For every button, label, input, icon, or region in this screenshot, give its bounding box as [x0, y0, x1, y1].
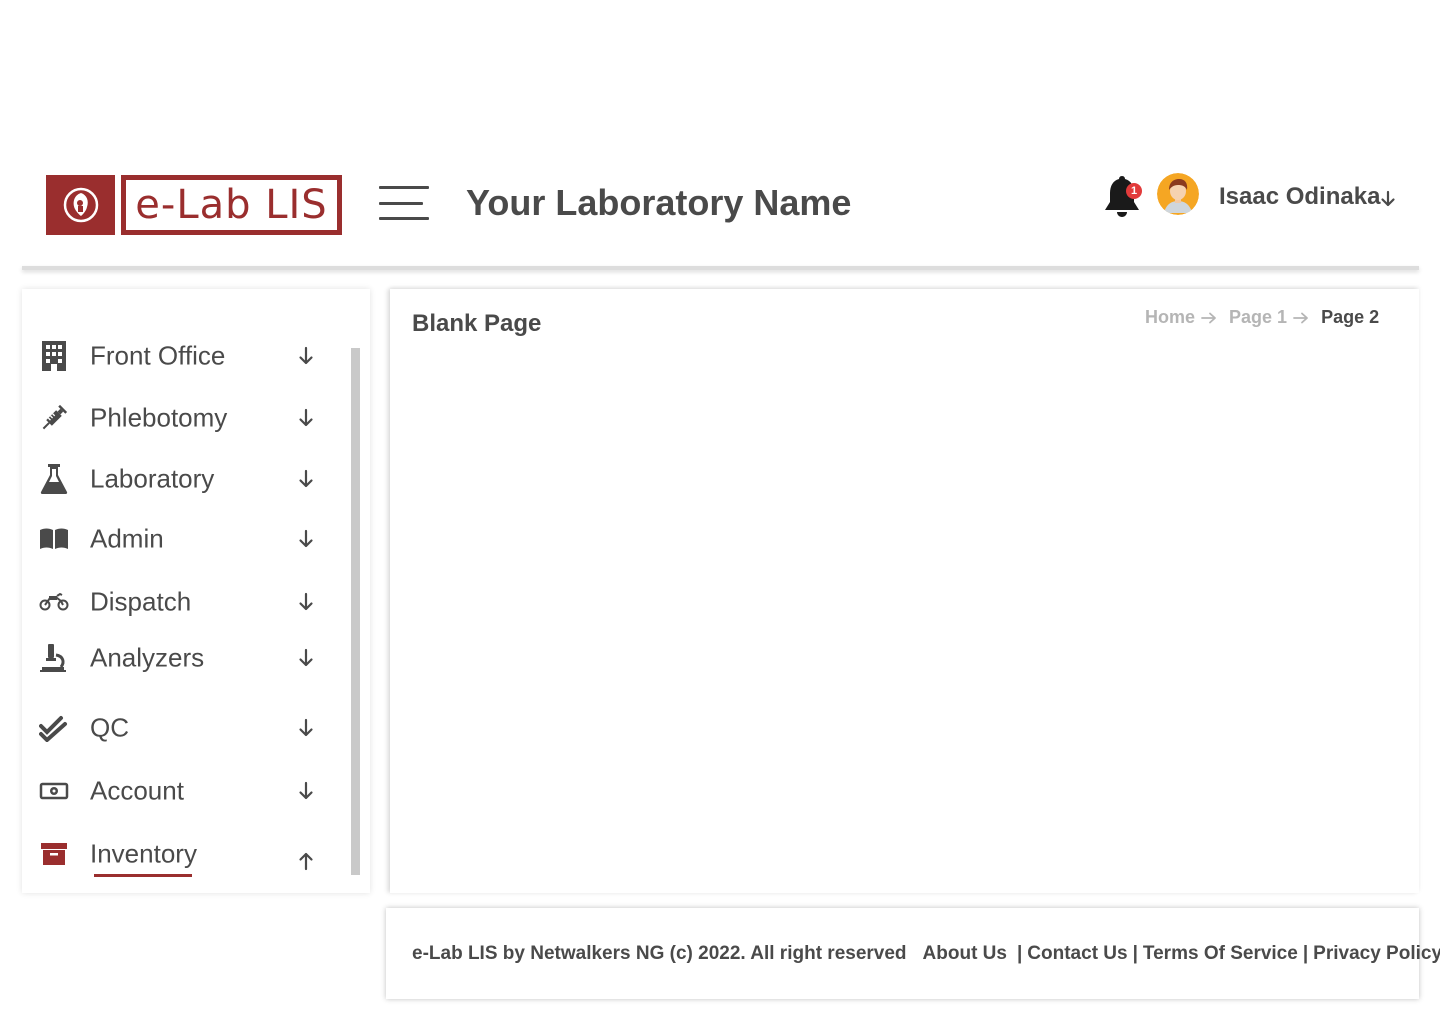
syringe-icon: [38, 402, 70, 434]
motorcycle-icon: [38, 586, 70, 618]
sidebar-item-laboratory[interactable]: Laboratory: [38, 459, 328, 499]
hamburger-line: [379, 217, 429, 220]
footer-link-privacy[interactable]: Privacy Policy: [1313, 943, 1440, 965]
main-content-panel: [390, 289, 1419, 893]
footer-text: e-Lab LIS by Netwalkers NG (c) 2022. All…: [412, 943, 1440, 965]
breadcrumb-page-1[interactable]: Page 1: [1229, 307, 1287, 328]
menu-toggle-button[interactable]: [379, 186, 429, 222]
logo[interactable]: e-Lab LIS: [121, 175, 342, 235]
sidebar-item-inventory[interactable]: Inventory: [38, 834, 328, 874]
active-item-underline: [94, 874, 192, 877]
sidebar-item-label: Laboratory: [90, 463, 215, 494]
page-title: Blank Page: [412, 310, 542, 337]
sidebar-item-label: Inventory: [90, 838, 197, 869]
sidebar-scrollbar[interactable]: [351, 348, 360, 875]
hamburger-line: [379, 202, 423, 205]
lab-seal-icon: [63, 187, 98, 223]
sidebar-item-front-office[interactable]: Front Office: [38, 336, 328, 376]
book-icon: [38, 523, 70, 555]
archive-box-icon: [38, 838, 70, 870]
arrow-down-icon[interactable]: [298, 529, 314, 549]
sidebar-item-label: Front Office: [90, 340, 226, 371]
sidebar-item-label: Account: [90, 775, 184, 806]
header-divider: [22, 266, 1419, 270]
microscope-icon: [38, 642, 70, 674]
footer-link-contact[interactable]: Contact Us: [1027, 943, 1127, 965]
footer-separator: |: [1016, 943, 1023, 964]
arrow-down-icon[interactable]: [298, 648, 314, 668]
arrow-down-icon[interactable]: [298, 346, 314, 366]
user-avatar-icon: [1157, 173, 1199, 215]
sidebar-item-dispatch[interactable]: Dispatch: [38, 582, 328, 622]
notification-badge: 1: [1126, 183, 1142, 199]
footer-link-terms[interactable]: Terms Of Service: [1143, 943, 1298, 965]
sidebar-item-admin[interactable]: Admin: [38, 519, 328, 559]
page-heading-lab-name: Your Laboratory Name: [466, 182, 852, 223]
arrow-down-icon[interactable]: [298, 781, 314, 801]
arrow-right-icon: [1293, 312, 1308, 323]
sidebar-item-account[interactable]: Account: [38, 771, 328, 811]
sidebar-item-label: Analyzers: [90, 642, 205, 673]
footer-separator: |: [1302, 943, 1309, 964]
arrow-down-icon[interactable]: [298, 408, 314, 428]
footer-link-about[interactable]: About Us: [923, 943, 1007, 965]
double-check-icon: [38, 712, 70, 744]
logo-emblem: [46, 175, 115, 235]
logo-text: e-Lab LIS: [126, 180, 337, 230]
arrow-right-icon: [1201, 312, 1216, 323]
sidebar-item-qc[interactable]: QC: [38, 708, 328, 748]
sidebar-item-label: Phlebotomy: [90, 402, 228, 433]
breadcrumb-home[interactable]: Home: [1145, 307, 1195, 328]
money-icon: [38, 775, 70, 807]
arrow-down-icon[interactable]: [298, 718, 314, 738]
hamburger-line: [379, 186, 429, 189]
breadcrumb: Home Page 1 Page 2: [1145, 307, 1379, 328]
footer-separator: |: [1132, 943, 1138, 964]
user-name[interactable]: Isaac Odinaka: [1219, 183, 1380, 211]
sidebar-item-analyzers[interactable]: Analyzers: [38, 638, 328, 678]
sidebar-item-label: Admin: [90, 523, 164, 554]
flask-icon: [38, 463, 70, 495]
arrow-down-icon[interactable]: [298, 592, 314, 612]
sidebar-item-label: QC: [90, 712, 129, 743]
arrow-down-icon[interactable]: [1380, 190, 1396, 208]
breadcrumb-current: Page 2: [1321, 307, 1380, 327]
arrow-up-icon[interactable]: [298, 851, 314, 871]
sidebar-item-label: Dispatch: [90, 586, 192, 617]
footer-copyright: e-Lab LIS by Netwalkers NG (c) 2022. All…: [412, 943, 907, 964]
avatar[interactable]: [1157, 173, 1199, 215]
arrow-down-icon[interactable]: [298, 469, 314, 489]
building-icon: [38, 340, 70, 372]
sidebar-item-phlebotomy[interactable]: Phlebotomy: [38, 398, 328, 438]
